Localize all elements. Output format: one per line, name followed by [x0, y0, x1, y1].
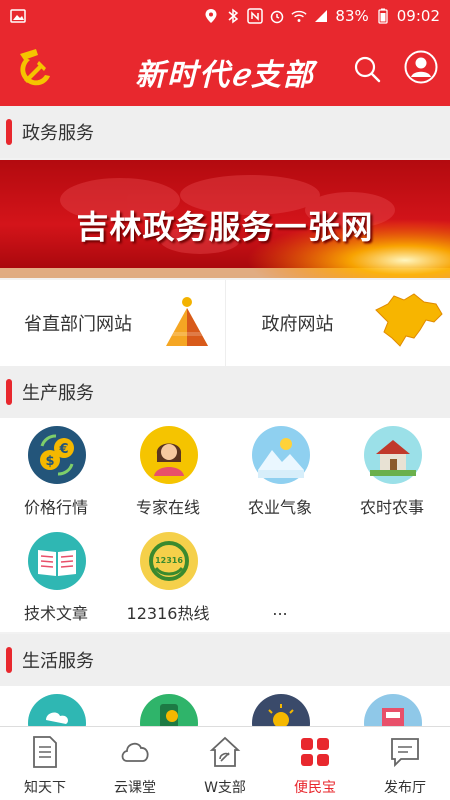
svg-text:12316: 12316 [155, 556, 183, 565]
grid-squares-icon [299, 735, 331, 769]
cloud-icon [119, 735, 151, 769]
svg-text:$: $ [45, 454, 54, 469]
bluetooth-icon [225, 8, 241, 24]
user-profile-icon[interactable] [404, 50, 438, 84]
jilin-map-icon [374, 292, 444, 356]
wifi-icon [291, 8, 308, 24]
battery-percent: 83% [335, 7, 369, 25]
sunrise-icon [252, 694, 310, 726]
section-title: 生产服务 [22, 383, 94, 404]
svg-text:€: € [58, 442, 68, 457]
grid-item-hotline[interactable]: 12316 12316热线 [112, 524, 224, 630]
clock-time: 09:02 [396, 7, 440, 25]
grid-label: 农业气象 [247, 498, 312, 517]
section-header-production: 生产服务 [0, 366, 450, 418]
nav-item-publish[interactable]: 发布厅 [360, 727, 450, 800]
cloud-service-icon [28, 694, 86, 726]
weather-mountain-icon [252, 426, 310, 484]
grid-item-weather[interactable]: 农业气象 [224, 418, 336, 524]
link-label: 省直部门网站 [24, 314, 132, 335]
party-emblem-icon [10, 46, 54, 90]
grid-item-more[interactable]: ... [224, 524, 336, 630]
section-header-gov: 政务服务 [0, 106, 450, 158]
bottom-nav: 知天下 云课堂 W支部 便民宝 发布厅 [0, 726, 450, 800]
pyramid-icon [162, 294, 212, 354]
banner-jilin-gov[interactable]: 吉林政务服务一张网 [0, 160, 450, 278]
search-icon[interactable] [352, 54, 382, 84]
link-label: 政府网站 [261, 314, 334, 335]
location-icon [203, 8, 219, 24]
app-title: 新时代ℯ支部 [135, 58, 315, 93]
nav-label: W支部 [204, 780, 246, 796]
link-government-website[interactable]: 政府网站 [226, 280, 450, 366]
grid-label: 12316热线 [126, 604, 210, 623]
grid-item-life-4[interactable] [336, 686, 448, 726]
expert-person-icon [140, 426, 198, 484]
grid-label: 农时农事 [359, 498, 424, 517]
grid-label: 专家在线 [135, 498, 200, 517]
section-accent-bar [6, 119, 12, 145]
grid-item-farming[interactable]: 农时农事 [336, 418, 448, 524]
grid-item-life-3[interactable] [224, 686, 336, 726]
grid-label: 技术文章 [23, 604, 88, 623]
price-coins-icon: $ € [28, 426, 86, 484]
section-header-life: 生活服务 [0, 634, 450, 686]
life-grid [0, 686, 450, 726]
section-accent-bar [6, 647, 12, 673]
image-notification-icon [10, 8, 26, 24]
farmhouse-icon [364, 426, 422, 484]
nav-label: 云课堂 [114, 780, 156, 796]
alarm-icon [269, 8, 285, 24]
building-icon [364, 694, 422, 726]
nav-label: 发布厅 [384, 780, 426, 796]
grid-item-life-2[interactable] [112, 686, 224, 726]
app-header: 新时代ℯ支部 [0, 32, 450, 106]
section-accent-bar [6, 379, 12, 405]
more-ellipsis: ... [272, 600, 288, 619]
nav-item-convenience[interactable]: 便民宝 [270, 727, 360, 800]
gov-links-row: 省直部门网站 政府网站 [0, 280, 450, 366]
section-title: 政务服务 [22, 123, 94, 144]
document-icon [29, 735, 61, 769]
phone-payment-icon [140, 694, 198, 726]
hotline-12316-icon: 12316 [140, 532, 198, 590]
nav-label: 便民宝 [294, 780, 336, 796]
nfc-icon [247, 8, 264, 24]
book-icon [28, 532, 86, 590]
link-provincial-departments[interactable]: 省直部门网站 [0, 280, 226, 366]
nav-label: 知天下 [24, 780, 66, 796]
grid-item-life-1[interactable] [0, 686, 112, 726]
section-title: 生活服务 [22, 651, 94, 672]
nav-item-cloud-class[interactable]: 云课堂 [90, 727, 180, 800]
production-grid: $ € 价格行情 专家在线 农业气象 农时农事 技术文章 12316 12316… [0, 418, 450, 632]
message-icon [389, 735, 421, 769]
battery-icon [375, 8, 391, 24]
grid-item-expert[interactable]: 专家在线 [112, 418, 224, 524]
status-bar: 83% 09:02 [0, 0, 450, 32]
grid-item-price[interactable]: $ € 价格行情 [0, 418, 112, 524]
signal-icon [313, 8, 329, 24]
banner-text: 吉林政务服务一张网 [76, 208, 374, 246]
party-house-icon [209, 735, 241, 769]
nav-item-news[interactable]: 知天下 [0, 727, 90, 800]
grid-label: 价格行情 [23, 498, 88, 517]
nav-item-w-branch[interactable]: W支部 [180, 727, 270, 800]
grid-item-tech-articles[interactable]: 技术文章 [0, 524, 112, 630]
